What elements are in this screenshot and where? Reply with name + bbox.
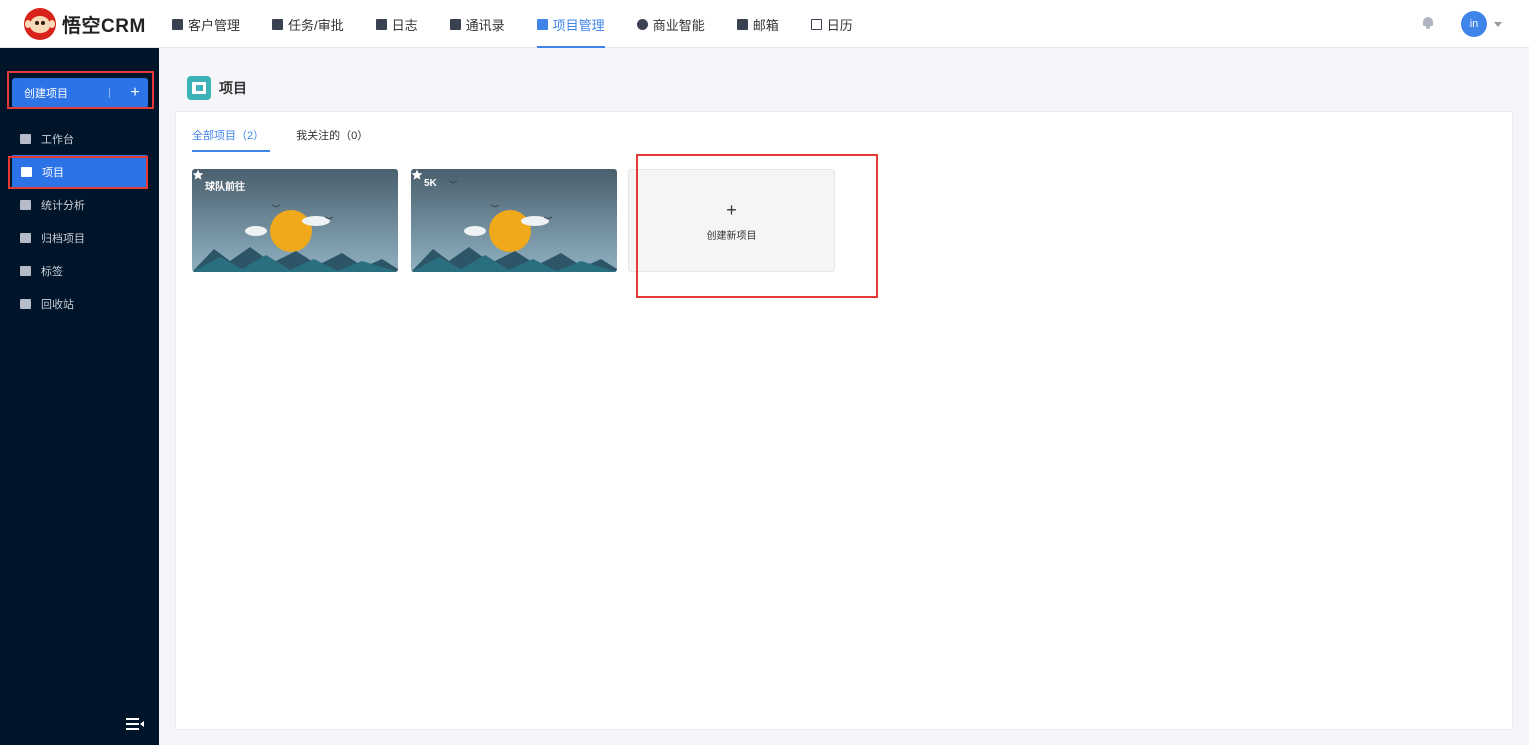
chevron-down-icon[interactable] [1494,22,1502,27]
project-name: 5K [424,178,437,189]
sidebar-item-label: 回收站 [41,298,74,311]
contacts-icon [449,18,461,30]
nav-item-logs[interactable]: 日志 [375,0,418,48]
shield-check-icon [636,18,648,30]
sidebar-item-label: 统计分析 [41,199,85,212]
user-avatar[interactable]: in [1461,11,1487,37]
nav-item-tasks[interactable]: 任务/审批 [272,0,344,48]
nav-item-label: 商业智能 [652,17,705,33]
archive-icon [20,232,31,243]
main-nav: 客户管理 任务/审批 日志 通讯录 项目管理 商业智能 邮箱 日历 [172,0,885,48]
sidebar-menu: 工作台 项目 统计分析 归档项目 标签 回收站 [0,122,159,320]
sidebar-item-label: 标签 [41,265,63,278]
collapse-menu-icon[interactable] [126,718,144,730]
brand-logo[interactable]: 悟空CRM [24,8,146,40]
project-card[interactable]: 球队前往 [192,169,398,272]
star-icon[interactable] [192,169,204,181]
top-navigation-bar: 悟空CRM 客户管理 任务/审批 日志 通讯录 项目管理 商业智能 邮箱 日历 … [0,0,1529,48]
sidebar-item-statistics[interactable]: 统计分析 [0,188,159,221]
nav-item-contacts[interactable]: 通讯录 [449,0,505,48]
nav-item-label: 邮箱 [752,17,779,33]
page-header: 项目 [187,76,247,100]
project-card[interactable]: 5K [411,169,617,272]
nav-item-projects[interactable]: 项目管理 [536,0,605,48]
sidebar-item-label: 工作台 [41,133,74,146]
project-icon [536,18,548,30]
sidebar-item-workbench[interactable]: 工作台 [0,122,159,155]
bar-chart-icon [20,199,31,210]
trash-icon [20,298,31,309]
nav-item-mail[interactable]: 邮箱 [736,0,779,48]
nav-item-label: 客户管理 [188,17,241,33]
highlight-box-new-project [636,154,878,298]
monkey-logo-icon [24,8,56,40]
project-cover-image [411,169,617,272]
tag-icon [20,265,31,276]
star-icon[interactable] [411,169,423,181]
nav-item-label: 日志 [391,17,418,33]
nav-item-bi[interactable]: 商业智能 [636,0,705,48]
nav-item-customers[interactable]: 客户管理 [172,0,240,48]
project-name: 球队前往 [205,182,245,193]
project-tabs: 全部项目（2） 我关注的（0） [192,128,400,152]
tab-followed-projects[interactable]: 我关注的（0） [296,128,368,152]
nav-item-label: 日历 [826,17,853,33]
nav-item-label: 通讯录 [465,17,505,33]
page-title: 项目 [219,80,247,96]
mail-icon [736,18,748,30]
briefcase-icon [272,18,284,30]
sidebar: 创建项目 + 工作台 项目 统计分析 归档项目 标签 回收站 [0,48,159,745]
building-icon [172,18,183,30]
calendar-icon [810,18,822,30]
bell-icon[interactable] [1422,16,1434,29]
nav-item-label: 项目管理 [552,17,605,33]
brand-name: 悟空CRM [62,15,146,37]
sidebar-item-archived[interactable]: 归档项目 [0,221,159,254]
sidebar-item-label: 归档项目 [41,232,85,245]
project-icon [187,76,211,100]
sidebar-item-tags[interactable]: 标签 [0,254,159,287]
highlight-box-projects [8,156,148,189]
highlight-box-create [7,71,154,109]
nav-item-calendar[interactable]: 日历 [810,0,853,48]
monitor-icon [20,133,31,144]
tab-all-projects[interactable]: 全部项目（2） [192,128,271,152]
nav-item-label: 任务/审批 [288,17,344,33]
document-icon [375,18,387,30]
sidebar-item-recycle-bin[interactable]: 回收站 [0,287,159,320]
main-content: 项目 全部项目（2） 我关注的（0） 球队前往 5K + 创建新项目 [159,48,1529,745]
